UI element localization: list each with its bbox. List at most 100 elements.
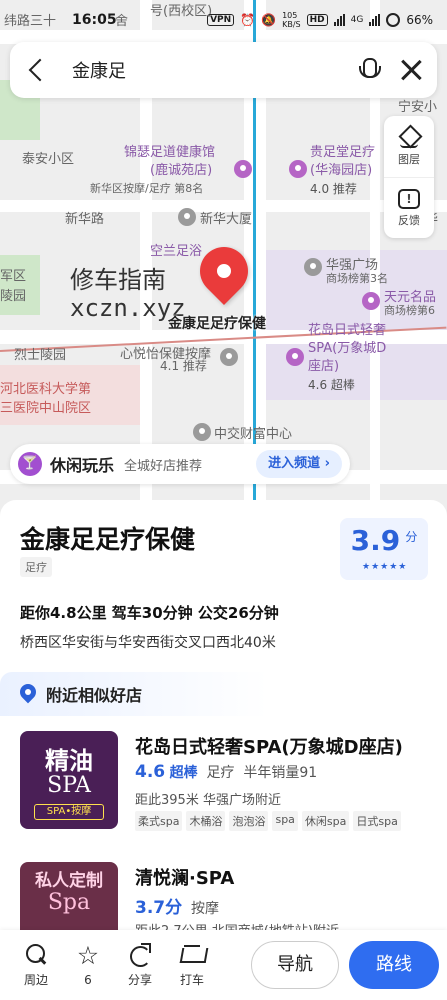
search-input[interactable]: 金康足 bbox=[72, 57, 355, 83]
list-item[interactable]: 精油 SPA SPA•按摩 花岛日式轻奢SPA(万象城D座店) 4.6 超棒 足… bbox=[20, 731, 430, 831]
map-label: 军区 bbox=[0, 269, 27, 284]
map-poi-pin[interactable] bbox=[286, 348, 304, 366]
shop-tag: 日式spa bbox=[353, 811, 401, 831]
shop-tag: 泡泡浴 bbox=[229, 811, 269, 831]
leisure-banner[interactable]: 🍸 休闲玩乐 全城好店推荐 进入频道 › bbox=[10, 444, 350, 484]
watermark-line: 修车指南 bbox=[70, 266, 166, 294]
shop-score-label: 超棒 bbox=[169, 765, 198, 781]
thumbnail-text: SPA bbox=[47, 773, 91, 798]
map-label: 商场榜第3名 bbox=[326, 272, 388, 285]
map-building-pin[interactable] bbox=[220, 348, 238, 366]
map-label: 新华大厦 bbox=[200, 212, 253, 227]
shop-category: 足疗 bbox=[206, 765, 235, 781]
poi-rating: 4.0 推荐 bbox=[310, 182, 357, 196]
map-poi-pin[interactable] bbox=[362, 292, 380, 310]
thumbnail-text: SPA•按摩 bbox=[34, 804, 104, 820]
signal-icon bbox=[333, 14, 345, 26]
favorite-button[interactable]: ☆ 6 bbox=[62, 940, 114, 987]
shop-sales: 半年销量91 bbox=[243, 765, 318, 781]
shop-thumbnail: 精油 SPA SPA•按摩 bbox=[20, 731, 118, 829]
thumbnail-text: Spa bbox=[47, 890, 91, 915]
map-label: 烈士陵园 bbox=[14, 348, 67, 363]
feedback-label: 反馈 bbox=[398, 213, 420, 227]
mute-icon: 🔕 bbox=[261, 13, 277, 27]
map-poi-pin[interactable] bbox=[289, 160, 307, 178]
share-label: 分享 bbox=[127, 973, 152, 987]
nearby-button[interactable]: 周边 bbox=[10, 942, 62, 988]
battery-icon bbox=[386, 13, 401, 27]
status-time: 16:05 bbox=[72, 12, 117, 28]
nearby-label: 周边 bbox=[23, 973, 48, 987]
address[interactable]: 桥西区华安街与华安西街交叉口西北40米 bbox=[20, 632, 276, 652]
poi-name: (华海园店) bbox=[310, 163, 373, 178]
feedback-button[interactable]: ! 反馈 bbox=[384, 177, 434, 238]
taxi-label: 打车 bbox=[179, 973, 204, 987]
favorite-count: 6 bbox=[84, 972, 92, 987]
shop-distance: 距此2.7公里 北国商城(地铁站)附近 bbox=[135, 920, 339, 930]
category-tag: 足疗 bbox=[20, 557, 52, 577]
poi-name: (鹿诚苑店) bbox=[150, 163, 213, 178]
poi-name: 座店) bbox=[308, 359, 340, 374]
map-label: 陵园 bbox=[0, 289, 27, 304]
map-building-pin[interactable] bbox=[304, 258, 322, 276]
poi-name: SPA(万象城D bbox=[308, 341, 387, 356]
close-icon[interactable] bbox=[399, 58, 423, 82]
share-icon bbox=[128, 942, 152, 967]
alarm-icon: ⏰ bbox=[240, 13, 256, 27]
hd-icon: HD bbox=[306, 14, 328, 26]
shop-thumbnail: 私人定制 Spa bbox=[20, 862, 118, 930]
share-button[interactable]: 分享 bbox=[114, 942, 166, 988]
layers-label: 图层 bbox=[398, 153, 420, 166]
star-icon: ☆ bbox=[76, 940, 100, 970]
shop-distance: 距此395米 华强广场附近 bbox=[135, 793, 281, 808]
map-building-pin[interactable] bbox=[193, 423, 211, 441]
route-button[interactable]: 路线 bbox=[349, 941, 439, 989]
rating-unit: 分 bbox=[405, 530, 418, 544]
rating-stars: ★★★★★ bbox=[362, 562, 408, 572]
net-speed: 105 KB/S bbox=[282, 11, 301, 29]
map-poi-pin[interactable] bbox=[234, 160, 252, 178]
enter-channel-button[interactable]: 进入频道 › bbox=[256, 450, 342, 478]
location-icon bbox=[20, 684, 36, 704]
map-label: 新华区按摩/足疗 第8名 bbox=[90, 182, 204, 195]
map-label: 新华路 bbox=[65, 212, 105, 227]
navigate-button[interactable]: 导航 bbox=[251, 941, 339, 989]
cocktail-icon: 🍸 bbox=[18, 452, 42, 476]
shop-name: 花岛日式轻奢SPA(万象城D座店) bbox=[135, 737, 403, 758]
place-title: 金康足足疗保健 bbox=[20, 525, 196, 554]
microphone-icon[interactable] bbox=[355, 56, 381, 84]
map-label: 中交财富中心 bbox=[214, 427, 293, 442]
network-type: 4G bbox=[350, 15, 364, 25]
shop-tag: 休闲spa bbox=[301, 811, 350, 831]
shop-category: 按摩 bbox=[191, 901, 220, 917]
taxi-button[interactable]: 打车 bbox=[166, 942, 218, 988]
shop-rating-line: 3.7分 按摩 bbox=[135, 893, 219, 918]
shop-tag: 木桶浴 bbox=[186, 811, 226, 831]
signal-icon bbox=[369, 14, 381, 26]
rating-box[interactable]: 3.9 分 ★★★★★ bbox=[340, 518, 428, 580]
feedback-icon: ! bbox=[398, 188, 420, 209]
back-icon[interactable] bbox=[24, 57, 50, 83]
leisure-subtitle: 全城好店推荐 bbox=[124, 458, 203, 474]
map-label: 河北医科大学第 bbox=[0, 382, 92, 397]
poi-name: 花岛日式轻奢 bbox=[308, 323, 387, 338]
search-icon bbox=[24, 942, 48, 966]
map-label: 4.1 推荐 bbox=[160, 359, 207, 373]
shop-tags: 柔式spa 木桶浴 泡泡浴 spa 休闲spa 日式spa bbox=[135, 811, 401, 831]
enter-channel-label: 进入频道 bbox=[268, 456, 321, 471]
map-tools: 图层 ! 反馈 bbox=[384, 116, 434, 238]
layers-button[interactable]: 图层 bbox=[384, 116, 434, 177]
vpn-icon: VPN bbox=[207, 14, 235, 26]
shop-score: 3.7分 bbox=[135, 898, 183, 918]
shop-name: 清悦澜·SPA bbox=[135, 868, 235, 889]
search-bar[interactable]: 金康足 bbox=[10, 42, 437, 98]
shop-tag: spa bbox=[272, 811, 298, 831]
layers-icon bbox=[398, 126, 420, 148]
map-label: 空兰足浴 bbox=[150, 244, 203, 259]
poi-name: 锦瑟足道健康馆 bbox=[124, 145, 216, 160]
battery-level: 66% bbox=[406, 13, 433, 27]
nearby-header: 附近相似好店 bbox=[0, 672, 447, 716]
thumbnail-text: 精油 bbox=[45, 746, 93, 775]
list-item[interactable]: 私人定制 Spa 清悦澜·SPA 3.7分 按摩 距此2.7公里 北国商城(地铁… bbox=[20, 862, 430, 930]
map-building-pin[interactable] bbox=[178, 208, 196, 226]
